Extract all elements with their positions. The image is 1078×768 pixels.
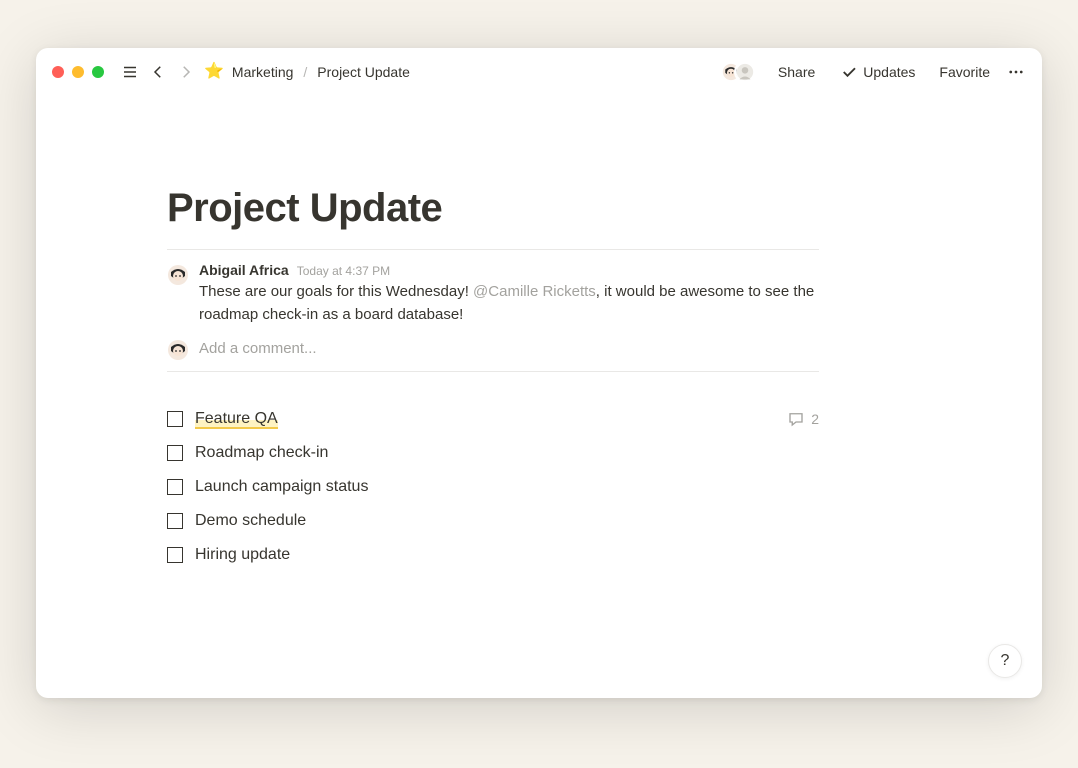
todo-item[interactable]: Roadmap check-in (167, 436, 819, 470)
comment-count-value: 2 (811, 411, 819, 427)
minimize-window-button[interactable] (72, 66, 84, 78)
avatar (734, 61, 756, 83)
comment-text-pre: These are our goals for this Wednesday! (199, 283, 473, 300)
breadcrumb-parent[interactable]: Marketing (232, 64, 293, 80)
breadcrumb-separator: / (301, 64, 309, 80)
checkbox[interactable] (167, 445, 183, 461)
todo-item[interactable]: Launch campaign status (167, 470, 819, 504)
window-controls (52, 66, 104, 78)
help-button[interactable]: ? (988, 644, 1022, 678)
checkbox[interactable] (167, 513, 183, 529)
todo-comment-count[interactable]: 2 (787, 410, 819, 428)
todo-label[interactable]: Roadmap check-in (195, 441, 819, 465)
comment: Abigail Africa Today at 4:37 PM These ar… (167, 262, 819, 327)
star-icon[interactable]: ⭐ (204, 64, 224, 80)
updates-label: Updates (863, 64, 915, 80)
add-comment-placeholder: Add a comment... (199, 340, 317, 357)
maximize-window-button[interactable] (92, 66, 104, 78)
checkbox[interactable] (167, 479, 183, 495)
forward-button[interactable] (176, 62, 196, 82)
share-button[interactable]: Share (770, 64, 823, 80)
close-window-button[interactable] (52, 66, 64, 78)
back-button[interactable] (148, 62, 168, 82)
todo-item[interactable]: Hiring update (167, 538, 819, 572)
comment-avatar (167, 264, 189, 286)
comment-author: Abigail Africa (199, 262, 289, 278)
presence-avatars[interactable] (720, 61, 756, 83)
todo-item[interactable]: Feature QA 2 (167, 402, 819, 436)
page-title[interactable]: Project Update (167, 186, 819, 231)
mention[interactable]: @Camille Ricketts (473, 283, 596, 300)
app-window: ⭐ Marketing / Project Update Share Updat… (36, 48, 1042, 698)
todo-item[interactable]: Demo schedule (167, 504, 819, 538)
comment-icon (787, 410, 805, 428)
more-icon[interactable] (1006, 62, 1026, 82)
comment-timestamp: Today at 4:37 PM (297, 264, 390, 278)
todo-label[interactable]: Launch campaign status (195, 475, 819, 499)
topbar: ⭐ Marketing / Project Update Share Updat… (36, 48, 1042, 96)
page-content: Project Update Abigail Africa Today at 4… (36, 96, 1042, 698)
updates-button[interactable]: Updates (831, 62, 923, 82)
checkbox[interactable] (167, 547, 183, 563)
check-icon (839, 62, 859, 82)
current-user-avatar (167, 339, 189, 361)
todo-label[interactable]: Hiring update (195, 543, 819, 567)
todo-label[interactable]: Demo schedule (195, 509, 819, 533)
checkbox[interactable] (167, 411, 183, 427)
favorite-button[interactable]: Favorite (931, 64, 998, 80)
breadcrumb-current[interactable]: Project Update (317, 64, 410, 80)
todo-label[interactable]: Feature QA (195, 407, 775, 431)
comment-body: These are our goals for this Wednesday! … (199, 280, 819, 327)
add-comment-row[interactable]: Add a comment... (167, 337, 819, 361)
todo-list: Feature QA 2 Roadmap check-in Launch cam… (167, 402, 819, 572)
menu-icon[interactable] (120, 62, 140, 82)
comments-section: Abigail Africa Today at 4:37 PM These ar… (167, 249, 819, 372)
